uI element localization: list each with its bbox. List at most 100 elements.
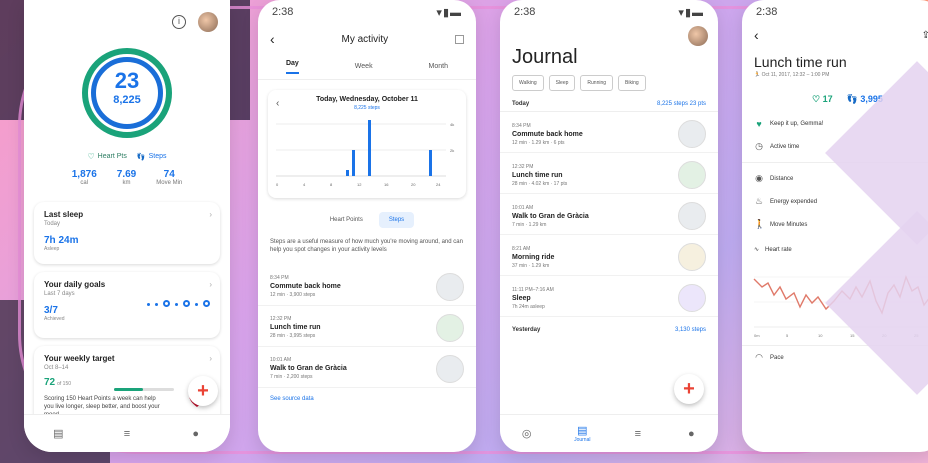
browse-icon[interactable]: ≡ — [632, 428, 644, 440]
tab-month[interactable]: Month — [429, 63, 448, 70]
tab-day[interactable]: Day — [285, 60, 299, 74]
chip-running[interactable]: Running — [580, 75, 614, 91]
list-item[interactable]: 8:34 PM Commute back home 12 min · 1.29 km… — [500, 112, 718, 153]
last-sleep-card[interactable]: Last sleep Today 7h 24m Asleep › — [34, 202, 220, 264]
avatar[interactable] — [688, 26, 708, 46]
status-bar: 2:38 ▾▮▬ — [500, 0, 718, 24]
legend-steps-label: Steps — [148, 153, 167, 160]
legend-heart: ♡ Heart Pts — [88, 152, 127, 161]
back-arrow-icon[interactable]: ‹ — [270, 31, 275, 47]
add-button[interactable]: + — [188, 376, 218, 406]
heart-rate-label: Heart rate — [765, 246, 792, 253]
chip-walking[interactable]: Walking — [512, 75, 544, 91]
entry-name: Morning ride — [512, 253, 555, 261]
list-item[interactable]: 11:11 PM–7:16 AM Sleep 7h 24m asleep — [500, 276, 718, 317]
x-tick: 0 — [276, 182, 279, 187]
stat-value: 74 — [163, 169, 175, 180]
metric-label: Active time — [770, 143, 800, 150]
sleep-note: Asleep — [44, 246, 60, 252]
home-icon[interactable]: ◎ — [521, 428, 533, 440]
list-item[interactable]: 10:01 AM Walk to Gran de Gràcia 7 min · 2,… — [258, 347, 476, 388]
chip-sleep[interactable]: Sleep — [548, 75, 576, 91]
toggle-steps[interactable]: Steps — [378, 212, 415, 228]
entry-name: Sleep — [512, 294, 531, 302]
status-time: 2:38 — [514, 6, 536, 18]
activity-name: Lunch time run — [270, 324, 321, 332]
browse-icon[interactable]: ≡ — [121, 428, 133, 440]
x-tick: 8 — [330, 182, 333, 187]
entry-meta: 7 min · 1.29 km — [512, 221, 547, 228]
yesterday-label: Yesterday — [512, 327, 541, 333]
entry-name: Commute back home — [512, 130, 583, 138]
phone-activity-screen: 2:38 ▾▮▬ ‹ My activity Day Week Month ‹ T… — [258, 0, 476, 452]
chart-steps: 8,225 steps — [354, 105, 380, 111]
add-button[interactable]: + — [674, 374, 704, 404]
see-source-data-link[interactable]: See source data — [258, 388, 476, 410]
yesterday-stats: 3,130 steps — [674, 327, 706, 333]
chip-biking[interactable]: Biking — [618, 75, 646, 91]
status-time: 2:38 — [272, 6, 294, 18]
chevron-left-icon[interactable]: ‹ — [276, 98, 279, 109]
daily-goals-card[interactable]: Your daily goals Last 7 days 3/7 Achieve… — [34, 272, 220, 338]
chevron-right-icon: › — [209, 280, 212, 289]
status-bar: 2:38 ▾▮▬ — [258, 0, 476, 24]
nav-journal[interactable]: ▤ Journal — [574, 425, 590, 443]
list-item[interactable]: 12:32 PM Lunch time run 28 min · 4.02 km ·… — [500, 153, 718, 194]
tab-week[interactable]: Week — [355, 63, 373, 70]
goal-progress-dots — [147, 300, 210, 307]
entry-meta: 37 min · 1.29 km — [512, 262, 550, 269]
activity-ring[interactable]: 23 8,225 — [82, 48, 172, 138]
weekly-value: 72 — [44, 377, 56, 388]
metric-label: Keep it up, Gemma! — [770, 121, 824, 127]
route-map-thumbnail — [436, 313, 464, 342]
entry-name: Walk to Gran de Gràcia — [512, 212, 589, 220]
info-icon[interactable]: i — [172, 15, 186, 29]
entry-time: 12:32 PM — [512, 163, 534, 170]
calendar-icon[interactable] — [455, 34, 464, 44]
signal-icon: ▾▮▬ — [678, 7, 704, 19]
goal-dot — [195, 303, 198, 306]
activity-name: Commute back home — [270, 283, 341, 291]
phone-home-screen: i 23 8,225 ♡ Heart Pts 👣 Steps 1,876 cal 7.… — [24, 0, 230, 452]
decorative-diamonds — [825, 61, 928, 395]
card-subtitle: Today — [44, 221, 61, 227]
gauge-icon: ◠ — [755, 352, 763, 362]
heart-points-value: 23 — [114, 68, 140, 93]
pace-label: Pace — [770, 354, 784, 361]
x-tick: 16 — [384, 182, 389, 187]
activity-time: 8:34 PM — [270, 275, 289, 282]
list-item[interactable]: 8:34 PM Commute back home 12 min · 3,900 s… — [258, 265, 476, 306]
bar — [352, 150, 355, 176]
journal-list: 8:34 PM Commute back home 12 min · 1.29 km… — [500, 112, 718, 317]
list-item[interactable]: 10:01 AM Walk to Gran de Gràcia 7 min · 1.… — [500, 194, 718, 235]
period-tabs: Day Week Month — [258, 54, 476, 80]
back-arrow-icon[interactable]: ‹ — [754, 27, 759, 43]
clock-icon: ◷ — [755, 141, 763, 151]
activity-time: 10:01 AM — [270, 357, 292, 364]
x-tick: 12 — [357, 182, 362, 187]
share-icon[interactable]: ⇪ — [922, 30, 928, 41]
bar — [368, 120, 371, 176]
legend-steps: 👣 Steps — [137, 152, 167, 161]
journal-icon[interactable]: ▤ — [52, 428, 64, 440]
activity-header: ‹ My activity — [258, 24, 476, 54]
x-tick: 10 — [818, 333, 823, 338]
y-tick: 4k — [450, 122, 454, 127]
profile-icon[interactable]: ● — [190, 428, 202, 440]
heart-icon: ♡ — [87, 152, 95, 161]
activity-meta: 12 min · 3,900 steps — [270, 292, 316, 299]
profile-icon[interactable]: ● — [685, 428, 697, 440]
list-item[interactable]: 8:21 AM Morning ride 37 min · 1.29 km — [500, 235, 718, 276]
goal-ring — [203, 300, 210, 307]
goal-dot — [147, 303, 150, 306]
metric-label: Move Minutes — [770, 221, 808, 228]
route-map-thumbnail — [678, 120, 706, 148]
x-tick: 0m — [754, 333, 760, 338]
steps-icon: 👣 — [136, 153, 146, 161]
page-title: Lunch time run — [754, 54, 847, 70]
avatar[interactable] — [198, 12, 218, 32]
list-item[interactable]: 12:32 PM Lunch time run 28 min · 3,995 ste… — [258, 306, 476, 347]
bar — [346, 170, 349, 176]
toggle-heart-points[interactable]: Heart Points — [320, 212, 373, 228]
entry-meta: 7h 24m asleep — [512, 303, 545, 310]
